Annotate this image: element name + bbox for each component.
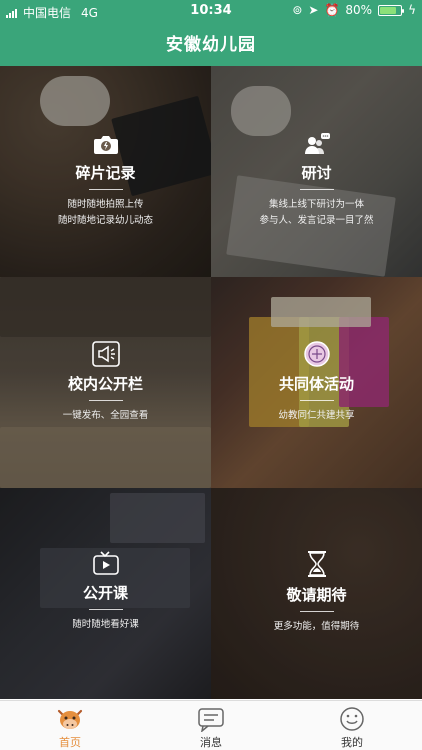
community-icon [303, 341, 330, 367]
smiley-icon [340, 707, 364, 731]
tile-title: 敬请期待 [286, 586, 347, 604]
alarm-icon: ⏰ [324, 3, 340, 17]
divider [88, 609, 123, 610]
camera-icon [93, 136, 118, 154]
rotation-lock-icon: ⊚ [292, 3, 303, 17]
tile-desc-line: 随时随地记录幼儿动态 [57, 215, 153, 226]
message-icon [198, 708, 224, 732]
tile-title: 公开课 [82, 584, 128, 602]
tile-community-activity[interactable]: 共同体活动 幼教同仁共建共享 [211, 277, 422, 488]
tile-open-class[interactable]: 公开课 随时随地看好课 [0, 488, 211, 699]
tile-title: 校内公开栏 [67, 375, 143, 393]
status-bar: 中国电信 4G 10:34 ⊚ ➤ ⏰ 80% ϟ [0, 0, 422, 22]
tile-coming-soon[interactable]: 敬请期待 更多功能，值得期待 [211, 488, 422, 699]
tab-messages[interactable]: 消息 [141, 701, 281, 750]
home-cow-icon [57, 709, 83, 729]
divider [299, 400, 334, 401]
battery-fill [380, 6, 397, 14]
tile-desc-line: 幼教同仁共建共享 [278, 410, 355, 421]
tile-desc-line: 随时随地拍照上传 [67, 199, 144, 210]
tile-desc-line: 集线上线下研讨为一体 [268, 199, 364, 210]
tile-desc-line: 随时随地看好课 [72, 619, 139, 630]
megaphone-icon [91, 341, 120, 367]
tile-discussion[interactable]: 研讨 集线上线下研讨为一体 参与人、发言记录一目了然 [211, 66, 422, 277]
tile-desc-line: 更多功能，值得期待 [273, 621, 360, 632]
divider [88, 400, 123, 401]
location-icon: ➤ [308, 3, 319, 17]
charging-icon: ϟ [408, 3, 416, 17]
discussion-icon [304, 133, 330, 154]
tile-fragment-record[interactable]: 碎片记录 随时随地拍照上传 随时随地记录幼儿动态 [0, 66, 211, 277]
divider [88, 189, 123, 190]
tile-title: 碎片记录 [75, 164, 136, 182]
tab-label: 我的 [341, 736, 363, 749]
tab-home[interactable]: 首页 [0, 701, 140, 750]
tab-label: 首页 [59, 736, 81, 749]
tile-title: 研讨 [301, 164, 332, 182]
app-header: 中国电信 4G 10:34 ⊚ ➤ ⏰ 80% ϟ 安徽幼儿园 [0, 0, 422, 66]
divider [299, 611, 334, 612]
page-title: 安徽幼儿园 [166, 35, 256, 55]
tile-desc-line: 一键发布、全园查看 [62, 410, 149, 421]
hourglass-icon [307, 551, 326, 577]
bottom-tab-bar: 首页 消息 我的 [0, 700, 422, 750]
tab-mine[interactable]: 我的 [282, 701, 422, 750]
divider [299, 189, 334, 190]
tile-title: 共同体活动 [278, 375, 354, 393]
tv-play-icon [92, 551, 119, 575]
tile-school-board[interactable]: 校内公开栏 一键发布、全园查看 [0, 277, 211, 488]
tab-label: 消息 [200, 736, 222, 749]
tile-desc-line: 参与人、发言记录一目了然 [259, 215, 374, 226]
battery-percent: 80% [345, 3, 373, 17]
battery-icon [378, 4, 405, 16]
